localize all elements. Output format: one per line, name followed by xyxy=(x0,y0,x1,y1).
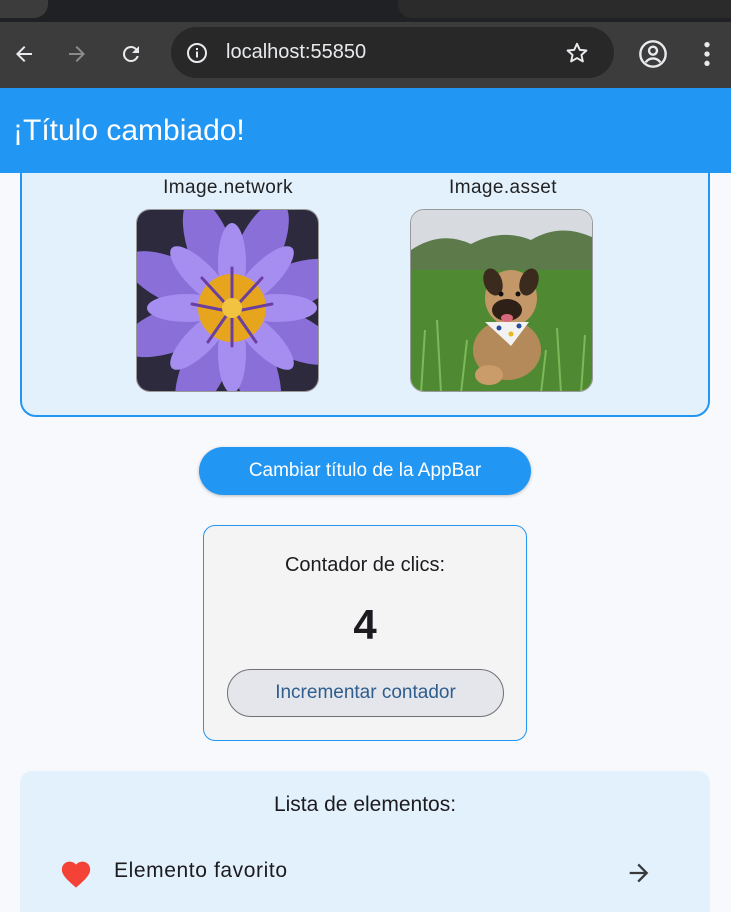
increment-counter-button[interactable]: Incrementar contador xyxy=(227,669,504,717)
profile-icon[interactable] xyxy=(637,38,669,70)
reload-icon xyxy=(122,45,139,62)
list-item-label: Elemento favorito xyxy=(114,859,288,882)
app-bar: ¡Título cambiado! xyxy=(0,88,731,173)
arrow-back-icon xyxy=(16,46,32,62)
info-icon[interactable] xyxy=(185,41,209,65)
url-text[interactable]: localhost:55850 xyxy=(226,41,366,63)
heart-icon xyxy=(61,861,91,888)
forward-button[interactable] xyxy=(61,38,93,70)
back-button[interactable] xyxy=(8,38,40,70)
address-bar[interactable]: localhost:55850 xyxy=(171,27,614,78)
browser-tab[interactable] xyxy=(0,0,48,18)
images-panel: Image.network Image.asset xyxy=(20,150,710,417)
browser-tab-area xyxy=(398,0,731,18)
image-asset-label: Image.asset xyxy=(449,177,557,198)
network-image xyxy=(136,209,319,392)
change-title-button[interactable]: Cambiar título de la AppBar xyxy=(199,447,531,495)
star-icon[interactable] xyxy=(564,40,590,66)
counter-value: 4 xyxy=(353,601,377,648)
tab-strip xyxy=(0,0,731,22)
counter-card: Contador de clics: 4 Incrementar contado… xyxy=(203,525,527,741)
more-vert-icon[interactable] xyxy=(697,38,717,70)
asset-image xyxy=(410,209,593,392)
app-bar-title: ¡Título cambiado! xyxy=(13,114,245,147)
browser-toolbar: localhost:55850 xyxy=(0,22,731,88)
arrow-forward-icon[interactable] xyxy=(624,859,654,887)
reload-button[interactable] xyxy=(115,38,147,70)
image-network-label: Image.network xyxy=(163,177,293,198)
list-heading: Lista de elementos: xyxy=(273,793,457,816)
counter-heading: Contador de clics: xyxy=(284,554,446,576)
list-card: Lista de elementos: Elemento favorito xyxy=(20,771,710,912)
arrow-forward-icon xyxy=(69,46,85,62)
list-item-favorite[interactable]: Elemento favorito xyxy=(20,847,710,897)
